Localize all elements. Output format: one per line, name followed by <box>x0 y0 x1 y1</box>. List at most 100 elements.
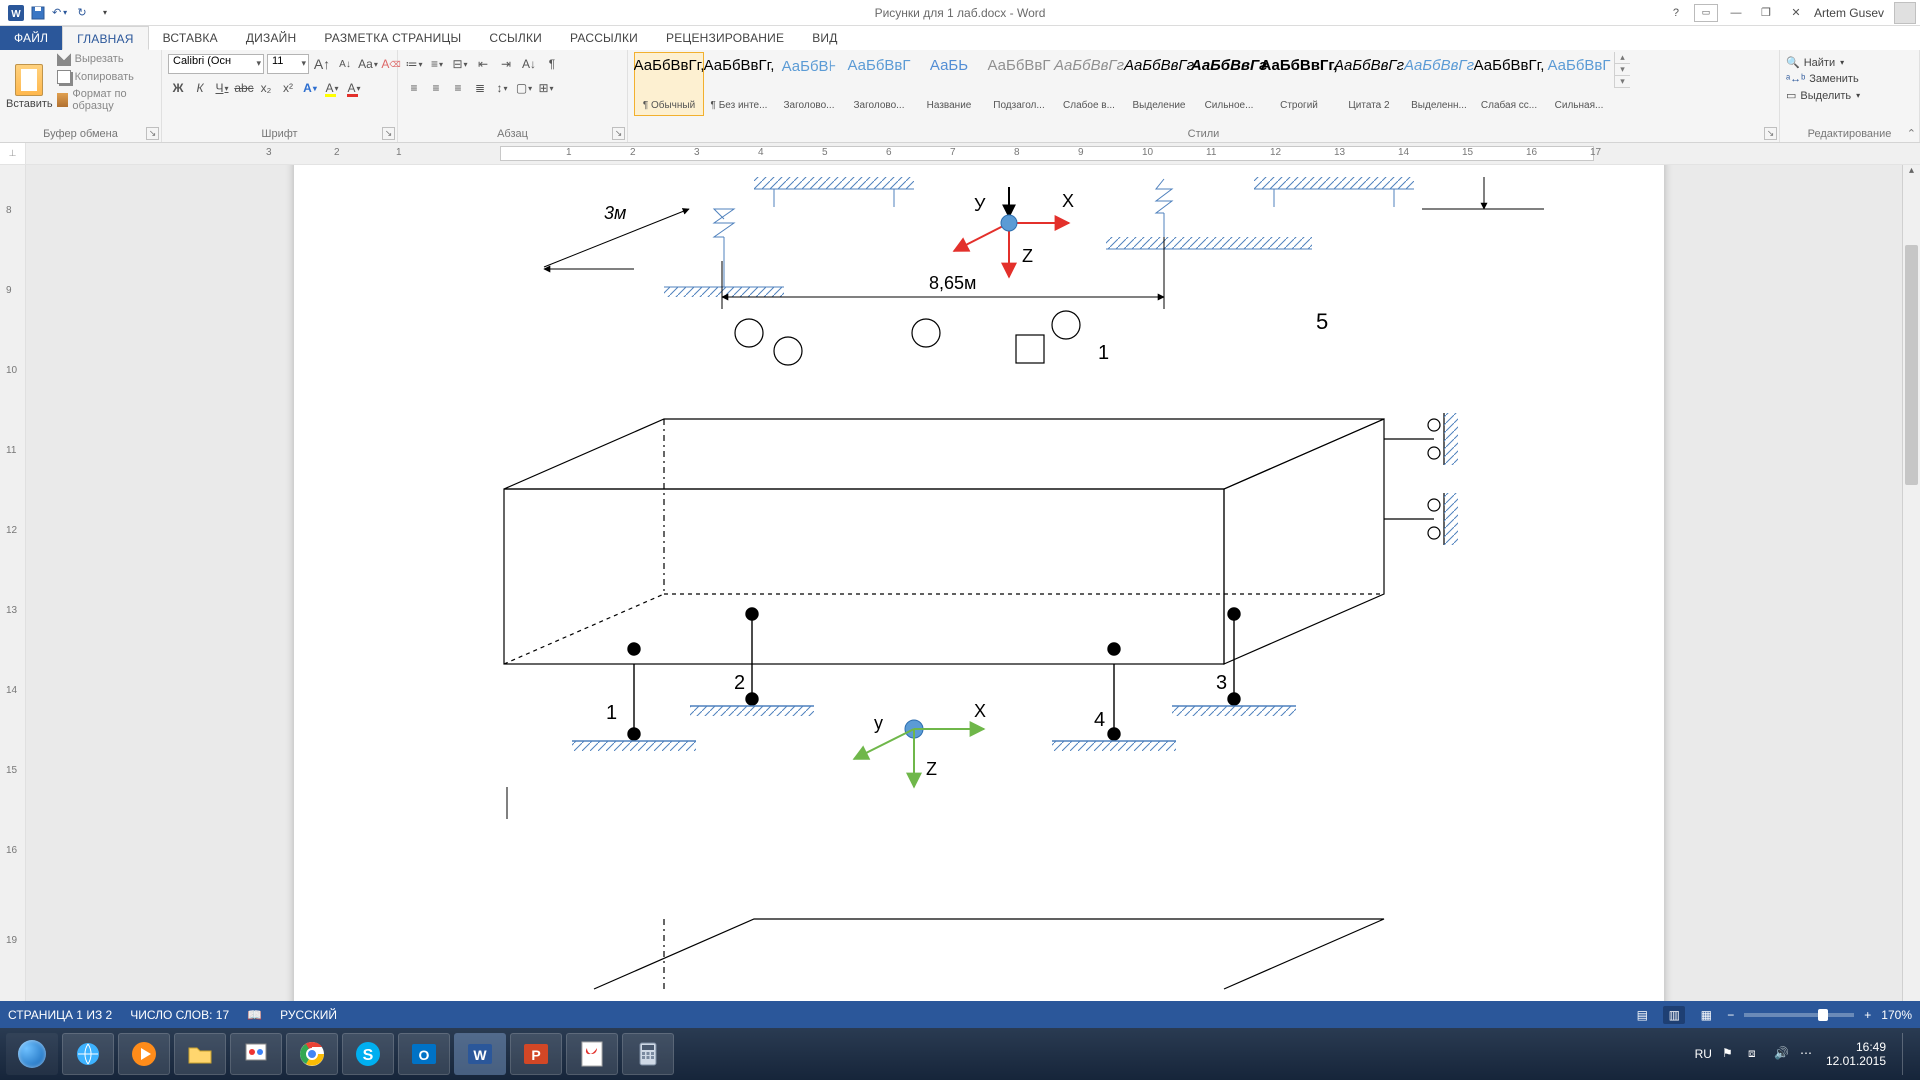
style--обычный[interactable]: АаБбВвГг,¶ Обычный <box>634 52 704 116</box>
close-icon[interactable]: ✕ <box>1784 4 1808 22</box>
style-выделение[interactable]: АаБбВвГгВыделение <box>1124 52 1194 116</box>
zoom-out-button[interactable]: − <box>1727 1008 1734 1022</box>
align-left-button[interactable]: ≡ <box>404 78 424 98</box>
copy-button[interactable]: Копировать <box>57 70 155 84</box>
vertical-scrollbar[interactable]: ▴ ▾ <box>1902 165 1920 1043</box>
show-desktop-button[interactable] <box>1902 1033 1914 1075</box>
status-language[interactable]: РУССКИЙ <box>280 1008 337 1022</box>
styles-more-button[interactable]: ▾ <box>1615 76 1630 88</box>
tray-language[interactable]: RU <box>1695 1047 1712 1061</box>
tab-insert[interactable]: ВСТАВКА <box>149 26 232 50</box>
read-mode-button[interactable]: ▤ <box>1631 1006 1653 1024</box>
sort-button[interactable]: A↓ <box>519 54 539 74</box>
task-chrome[interactable] <box>286 1033 338 1075</box>
font-name-select[interactable]: Calibri (Осн▾ <box>168 54 264 74</box>
styles-down-button[interactable]: ▾ <box>1615 64 1630 76</box>
underline-button[interactable]: Ч▾ <box>212 78 232 98</box>
font-size-select[interactable]: 11▾ <box>267 54 309 74</box>
subscript-button[interactable]: x₂ <box>256 78 276 98</box>
text-effects-button[interactable]: A▾ <box>300 78 320 98</box>
task-outlook[interactable]: O <box>398 1033 450 1075</box>
find-button[interactable]: 🔍Найти▾ <box>1786 56 1860 69</box>
format-painter-button[interactable]: Формат по образцу <box>57 88 155 112</box>
tab-home[interactable]: ГЛАВНАЯ <box>62 26 148 50</box>
help-icon[interactable]: ? <box>1664 4 1688 22</box>
clipboard-dialog-launcher[interactable]: ↘ <box>146 127 159 140</box>
styles-up-button[interactable]: ▴ <box>1615 52 1630 64</box>
web-layout-button[interactable]: ▦ <box>1695 1006 1717 1024</box>
style-сильное-[interactable]: АаБбВвГгСильное... <box>1194 52 1264 116</box>
paragraph-dialog-launcher[interactable]: ↘ <box>612 127 625 140</box>
line-spacing-button[interactable]: ↕▾ <box>492 78 512 98</box>
numbering-button[interactable]: ≡▾ <box>427 54 447 74</box>
style-цитата-2[interactable]: АаБбВвГгЦитата 2 <box>1334 52 1404 116</box>
align-right-button[interactable]: ≡ <box>448 78 468 98</box>
redo-icon[interactable]: ↻ <box>74 5 90 21</box>
paste-button[interactable]: Вставить <box>6 52 53 122</box>
tray-network-icon[interactable]: ⧈ <box>1748 1046 1764 1062</box>
show-marks-button[interactable]: ¶ <box>542 54 562 74</box>
task-calc[interactable] <box>622 1033 674 1075</box>
start-button[interactable] <box>6 1033 58 1075</box>
multilevel-list-button[interactable]: ⊟▾ <box>450 54 470 74</box>
replace-button[interactable]: ᵃ↔ᵇЗаменить <box>1786 73 1860 85</box>
scroll-up-button[interactable]: ▴ <box>1903 165 1920 181</box>
tray-extra-icon[interactable]: ⋯ <box>1800 1046 1816 1062</box>
status-page[interactable]: СТРАНИЦА 1 ИЗ 2 <box>8 1008 112 1022</box>
change-case-button[interactable]: Aa▾ <box>358 54 378 74</box>
scroll-thumb[interactable] <box>1905 245 1918 485</box>
style--без-инте-[interactable]: АаБбВвГг,¶ Без инте... <box>704 52 774 116</box>
align-center-button[interactable]: ≡ <box>426 78 446 98</box>
zoom-level[interactable]: 170% <box>1881 1008 1912 1022</box>
status-proof-icon[interactable]: 📖 <box>247 1008 262 1022</box>
bullets-button[interactable]: ≔▾ <box>404 54 424 74</box>
cut-button[interactable]: Вырезать <box>57 52 155 66</box>
shrink-font-button[interactable]: A↓ <box>335 54 355 74</box>
bold-button[interactable]: Ж <box>168 78 188 98</box>
restore-icon[interactable]: ❐ <box>1754 4 1778 22</box>
tab-design[interactable]: ДИЗАЙН <box>232 26 311 50</box>
tab-review[interactable]: РЕЦЕНЗИРОВАНИЕ <box>652 26 798 50</box>
task-powerpoint[interactable]: P <box>510 1033 562 1075</box>
tab-file[interactable]: ФАЙЛ <box>0 26 62 50</box>
style-подзагол-[interactable]: АаБбВвГПодзагол... <box>984 52 1054 116</box>
superscript-button[interactable]: x² <box>278 78 298 98</box>
style-выделенн-[interactable]: АаБбВвГгВыделенн... <box>1404 52 1474 116</box>
task-skype[interactable]: S <box>342 1033 394 1075</box>
zoom-slider[interactable] <box>1744 1013 1854 1017</box>
qat-customize-icon[interactable]: ▾ <box>97 5 113 21</box>
horizontal-ruler[interactable]: 3211234567891011121314151617 <box>26 143 1920 164</box>
print-layout-button[interactable]: ▥ <box>1663 1006 1685 1024</box>
style-название[interactable]: АаБЬНазвание <box>914 52 984 116</box>
font-dialog-launcher[interactable]: ↘ <box>382 127 395 140</box>
task-ie[interactable] <box>62 1033 114 1075</box>
italic-button[interactable]: К <box>190 78 210 98</box>
style-заголово-[interactable]: АаБбВвГЗаголово... <box>844 52 914 116</box>
ribbon-display-icon[interactable]: ▭ <box>1694 4 1718 22</box>
tab-view[interactable]: ВИД <box>798 26 851 50</box>
highlight-color-button[interactable]: A▾ <box>322 78 342 98</box>
status-words[interactable]: ЧИСЛО СЛОВ: 17 <box>130 1008 229 1022</box>
vertical-ruler[interactable]: 891011121314151619 <box>0 165 26 1043</box>
font-color-button[interactable]: A▾ <box>344 78 364 98</box>
undo-icon[interactable]: ↶▾ <box>52 5 68 21</box>
task-acrobat[interactable] <box>566 1033 618 1075</box>
tab-mailings[interactable]: РАССЫЛКИ <box>556 26 652 50</box>
tray-volume-icon[interactable]: 🔊 <box>1774 1046 1790 1062</box>
task-wmp[interactable] <box>118 1033 170 1075</box>
strikethrough-button[interactable]: abc <box>234 78 254 98</box>
avatar[interactable] <box>1894 2 1916 24</box>
task-paint[interactable] <box>230 1033 282 1075</box>
ruler-corner[interactable]: ⊥ <box>0 143 26 164</box>
document-canvas[interactable]: X У Z 8,65м 3м <box>26 165 1902 1043</box>
style-строгий[interactable]: АаБбВвГг,Строгий <box>1264 52 1334 116</box>
grow-font-button[interactable]: A↑ <box>312 54 332 74</box>
increase-indent-button[interactable]: ⇥ <box>496 54 516 74</box>
zoom-in-button[interactable]: + <box>1864 1008 1871 1022</box>
borders-button[interactable]: ⊞▾ <box>536 78 556 98</box>
task-word[interactable]: W <box>454 1033 506 1075</box>
shading-button[interactable]: ▢▾ <box>514 78 534 98</box>
decrease-indent-button[interactable]: ⇤ <box>473 54 493 74</box>
style-заголово-[interactable]: АаБбВ⊦Заголово... <box>774 52 844 116</box>
styles-dialog-launcher[interactable]: ↘ <box>1764 127 1777 140</box>
